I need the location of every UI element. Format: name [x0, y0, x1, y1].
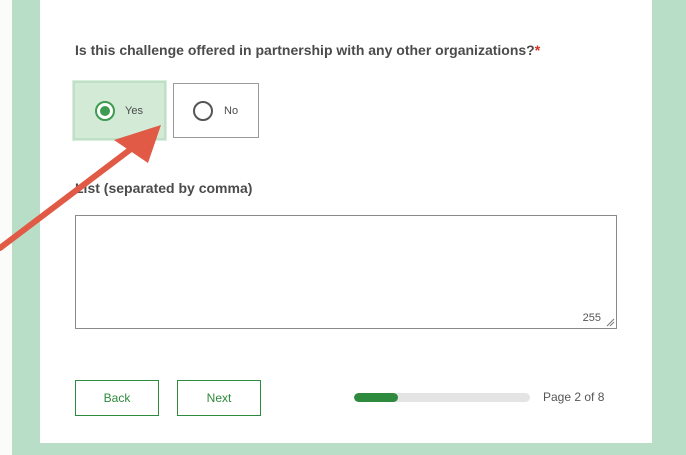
question-text: Is this challenge offered in partnership… [75, 42, 535, 58]
page-indicator: Page 2 of 8 [543, 390, 605, 404]
list-textarea[interactable]: 255 [75, 215, 617, 329]
next-button[interactable]: Next [177, 380, 261, 416]
option-yes[interactable]: Yes [73, 81, 166, 140]
radio-selected-icon[interactable] [95, 100, 115, 121]
back-button[interactable]: Back [75, 380, 159, 416]
list-field-label: List (separated by comma) [75, 180, 253, 196]
right-background-band [652, 0, 686, 455]
bottom-background-band [40, 443, 652, 455]
required-marker: * [534, 42, 541, 58]
radio-unselected-icon[interactable] [193, 100, 213, 121]
progress-bar [354, 393, 530, 402]
resize-handle-icon[interactable] [605, 317, 615, 327]
character-count: 255 [582, 312, 601, 324]
option-yes-label: Yes [125, 104, 143, 117]
left-page-edge [0, 0, 12, 455]
progress-bar-fill [354, 393, 398, 402]
option-no[interactable]: No [173, 83, 259, 138]
option-no-label: No [224, 104, 239, 117]
question-label: Is this challenge offered in partnership… [75, 42, 540, 58]
radio-dot [100, 105, 110, 116]
